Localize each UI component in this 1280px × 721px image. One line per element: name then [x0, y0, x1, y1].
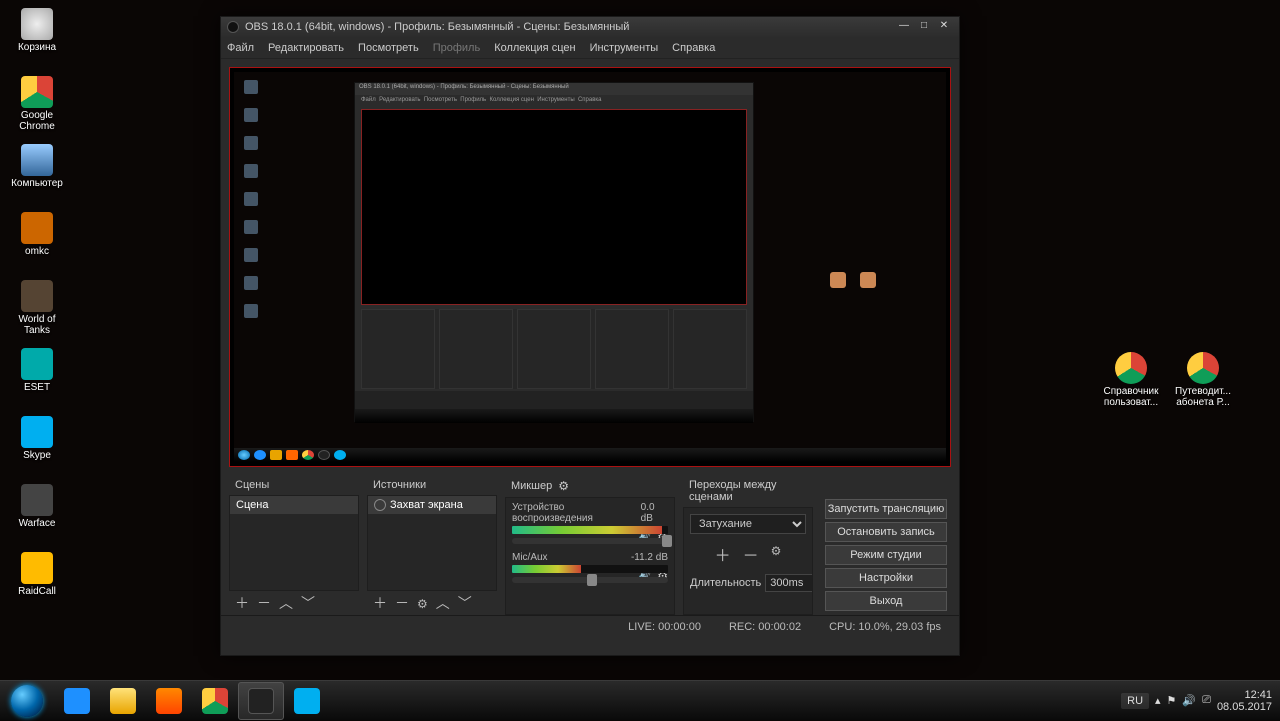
desktop-icon[interactable]: ESET — [5, 348, 69, 393]
desktop-icon[interactable]: Путеводит... абонета Р... — [1167, 352, 1239, 408]
scene-down-button[interactable]: ﹀ — [301, 593, 315, 613]
scenes-title: Сцены — [229, 475, 359, 495]
network-icon[interactable]: ⎚ — [1202, 694, 1211, 707]
dock-panels: Сцены Сцена ＋ － ︿ ﹀ Источники Захват экр… — [221, 475, 959, 615]
taskbar-item-skype[interactable] — [284, 682, 330, 720]
controls-panel: Запустить трансляцию Остановить запись Реж… — [821, 475, 951, 615]
status-live: LIVE: 00:00:00 — [628, 621, 701, 633]
desktop-icon[interactable]: Google Chrome — [5, 76, 69, 132]
menubar: Файл Редактировать Посмотреть Профиль Коллек… — [221, 37, 959, 59]
transitions-title: Переходы между сценами — [683, 475, 813, 507]
sources-title: Источники — [367, 475, 497, 495]
transition-remove-button[interactable]: － — [743, 542, 759, 566]
duration-input[interactable] — [765, 574, 813, 592]
status-rec: REC: 00:00:02 — [729, 621, 801, 633]
status-bar: LIVE: 00:00:00 REC: 00:00:02 CPU: 10.0%,… — [221, 615, 959, 637]
volume-icon[interactable]: 🔊 — [1182, 694, 1196, 707]
audio-meter — [512, 526, 668, 534]
menu-item[interactable]: Профиль — [433, 42, 481, 54]
start-button[interactable] — [0, 681, 54, 721]
window-title: OBS 18.0.1 (64bit, windows) - Профиль: Б… — [245, 21, 893, 33]
desktop: Корзина Google Chrome Компьютер omkc World o… — [0, 0, 1280, 720]
taskbar-item-wmp[interactable] — [146, 682, 192, 720]
taskbar-item-ie[interactable] — [54, 682, 100, 720]
source-item[interactable]: Захват экрана — [368, 496, 496, 514]
menu-item[interactable]: Справка — [672, 42, 715, 54]
source-settings-button[interactable] — [417, 595, 428, 611]
mixer-panel: Микшер Устройство воспроизведения0.0 dB🔊… — [505, 475, 675, 615]
menu-item[interactable]: Редактировать — [268, 42, 344, 54]
scene-up-button[interactable]: ︿ — [279, 593, 293, 613]
flag-icon[interactable]: ⚑ — [1167, 694, 1177, 707]
menu-item[interactable]: Файл — [227, 42, 254, 54]
minimize-button[interactable]: — — [895, 20, 913, 34]
scene-remove-button[interactable]: － — [257, 593, 271, 613]
mixer-channel: Устройство воспроизведения0.0 dB🔊 — [506, 498, 674, 548]
sources-panel: Источники Захват экрана ＋ － ︿ ﹀ — [367, 475, 497, 615]
mixer-settings-icon[interactable] — [558, 479, 569, 493]
source-remove-button[interactable]: － — [395, 593, 409, 613]
transition-select[interactable]: Затухание — [690, 514, 806, 534]
desktop-icon[interactable]: Компьютер — [5, 144, 69, 189]
language-indicator[interactable]: RU — [1121, 693, 1149, 709]
desktop-icon[interactable]: Корзина — [5, 8, 69, 53]
taskbar-item-chrome[interactable] — [192, 682, 238, 720]
menu-item[interactable]: Коллекция сцен — [494, 42, 575, 54]
preview-area[interactable]: OBS 18.0.1 (64bit, windows) - Профиль: Б… — [229, 67, 951, 467]
clock[interactable]: 12:41 08.05.2017 — [1217, 689, 1272, 713]
visibility-icon[interactable] — [374, 499, 386, 511]
control-button[interactable]: Остановить запись — [825, 522, 947, 542]
audio-meter — [512, 565, 668, 573]
volume-slider[interactable] — [512, 538, 668, 544]
control-button[interactable]: Режим студии — [825, 545, 947, 565]
control-button[interactable]: Запустить трансляцию — [825, 499, 947, 519]
volume-slider[interactable] — [512, 577, 668, 583]
obs-icon — [227, 21, 239, 33]
menu-item[interactable]: Инструменты — [590, 42, 659, 54]
control-button[interactable]: Настройки — [825, 568, 947, 588]
scenes-panel: Сцены Сцена ＋ － ︿ ﹀ — [229, 475, 359, 615]
taskbar-item-explorer[interactable] — [100, 682, 146, 720]
taskbar: RU ▴ ⚑ 🔊 ⎚ 12:41 08.05.2017 — [0, 680, 1280, 720]
transition-add-button[interactable]: ＋ — [715, 542, 731, 566]
system-tray: RU ▴ ⚑ 🔊 ⎚ 12:41 08.05.2017 — [1113, 689, 1280, 713]
transition-settings-button[interactable] — [771, 542, 782, 566]
obs-window: OBS 18.0.1 (64bit, windows) - Профиль: Б… — [220, 16, 960, 656]
desktop-icon[interactable]: Справочник пользоват... — [1095, 352, 1167, 408]
desktop-icon[interactable]: World of Tanks — [5, 280, 69, 336]
maximize-button[interactable]: □ — [915, 20, 933, 34]
source-down-button[interactable]: ﹀ — [458, 593, 472, 613]
titlebar[interactable]: OBS 18.0.1 (64bit, windows) - Профиль: Б… — [221, 17, 959, 37]
taskbar-item-obs[interactable] — [238, 682, 284, 720]
menu-item[interactable]: Посмотреть — [358, 42, 419, 54]
source-add-button[interactable]: ＋ — [373, 593, 387, 613]
status-cpu: CPU: 10.0%, 29.03 fps — [829, 621, 941, 633]
scene-add-button[interactable]: ＋ — [235, 593, 249, 613]
close-button[interactable]: ✕ — [935, 20, 953, 34]
duration-label: Длительность — [690, 577, 761, 589]
control-button[interactable]: Выход — [825, 591, 947, 611]
tray-up-icon[interactable]: ▴ — [1155, 694, 1161, 707]
scene-item[interactable]: Сцена — [230, 496, 358, 514]
desktop-icon[interactable]: RaidCall — [5, 552, 69, 597]
desktop-icon[interactable]: Skype — [5, 416, 69, 461]
desktop-icon[interactable]: Warface — [5, 484, 69, 529]
transitions-panel: Переходы между сценами Затухание ＋ － Дли… — [683, 475, 813, 615]
desktop-icon[interactable]: omkc — [5, 212, 69, 257]
source-up-button[interactable]: ︿ — [436, 593, 450, 613]
mixer-channel: Mic/Aux-11.2 dB🔊 — [506, 548, 674, 587]
mixer-title: Микшер — [511, 480, 552, 492]
